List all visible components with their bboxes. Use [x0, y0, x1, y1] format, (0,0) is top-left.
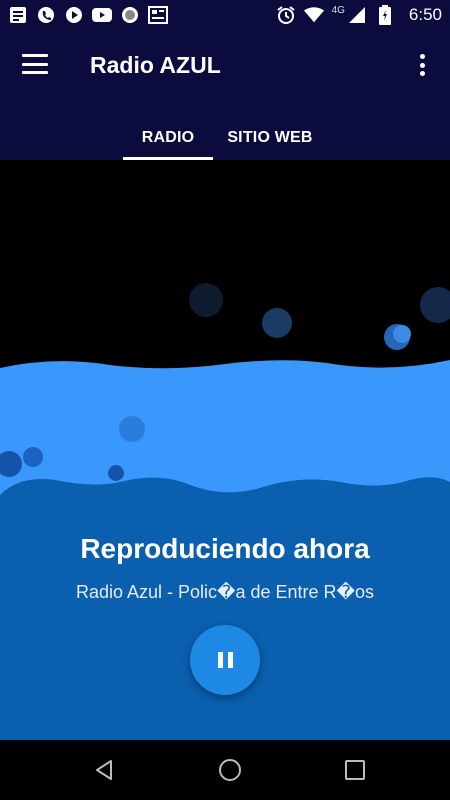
- recents-icon[interactable]: [338, 753, 372, 787]
- tab-radio[interactable]: RADIO: [123, 115, 213, 160]
- status-left: [8, 5, 168, 25]
- bubble: [393, 325, 411, 343]
- pause-button[interactable]: [190, 625, 260, 695]
- news-icon: [148, 5, 168, 25]
- play-store-icon: [64, 5, 84, 25]
- status-right: 4G 6:50: [276, 5, 442, 25]
- battery-icon: [375, 5, 395, 25]
- status-bar: 4G 6:50: [0, 0, 450, 30]
- home-icon[interactable]: [213, 753, 247, 787]
- alarm-icon: [276, 5, 296, 25]
- overflow-menu-icon[interactable]: [412, 52, 432, 78]
- dark-wave: [0, 477, 450, 740]
- station-name: Radio Azul - Polic�a de Entre R�os: [75, 582, 375, 602]
- app-title: Radio AZUL: [90, 52, 221, 78]
- pause-icon: [217, 652, 223, 668]
- status-time: 6:50: [408, 5, 442, 24]
- pause-icon: [227, 652, 233, 668]
- app-bar: Radio AZUL RADIO SITIO WEB: [0, 30, 450, 160]
- circle-app-icon: [120, 5, 140, 25]
- tab-bar: RADIO SITIO WEB: [0, 115, 450, 160]
- hamburger-menu-icon[interactable]: [22, 52, 48, 76]
- phone-icon: [36, 5, 56, 25]
- system-nav-bar: [0, 740, 450, 800]
- bubble: [262, 308, 292, 338]
- signal-icon: [347, 5, 367, 25]
- back-icon[interactable]: [88, 753, 122, 787]
- bubble: [189, 283, 223, 317]
- now-playing-heading: Reproduciendo ahora: [80, 533, 370, 564]
- tab-sitio-web[interactable]: SITIO WEB: [220, 115, 320, 160]
- bubble: [23, 447, 43, 467]
- network-type-label: 4G: [331, 4, 345, 16]
- wifi-icon: [303, 5, 324, 25]
- notes-icon: [8, 5, 28, 25]
- bubble: [108, 465, 124, 481]
- youtube-icon: [92, 5, 112, 25]
- bubble: [119, 416, 145, 442]
